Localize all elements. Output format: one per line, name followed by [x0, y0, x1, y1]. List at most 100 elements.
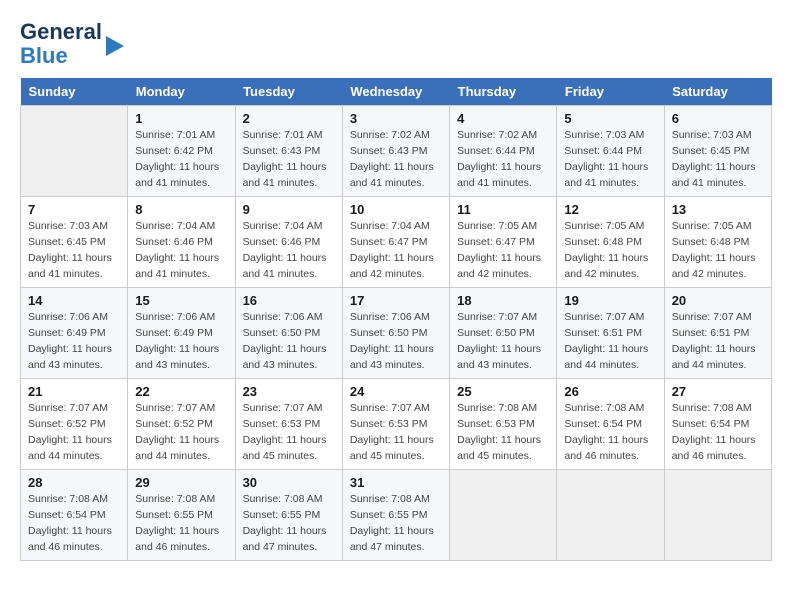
day-info: Sunrise: 7:03 AMSunset: 6:45 PMDaylight:…	[672, 128, 764, 191]
day-number: 16	[243, 293, 335, 308]
calendar-cell: 27 Sunrise: 7:08 AMSunset: 6:54 PMDayligh…	[664, 379, 771, 470]
day-number: 18	[457, 293, 549, 308]
day-info: Sunrise: 7:02 AMSunset: 6:43 PMDaylight:…	[350, 128, 442, 191]
day-number: 7	[28, 202, 120, 217]
calendar-week-row: 21 Sunrise: 7:07 AMSunset: 6:52 PMDayligh…	[21, 379, 772, 470]
logo-arrow-icon	[106, 36, 124, 56]
calendar-cell	[664, 470, 771, 561]
day-info: Sunrise: 7:08 AMSunset: 6:55 PMDaylight:…	[350, 492, 442, 555]
calendar-cell: 25 Sunrise: 7:08 AMSunset: 6:53 PMDayligh…	[450, 379, 557, 470]
calendar-cell: 31 Sunrise: 7:08 AMSunset: 6:55 PMDayligh…	[342, 470, 449, 561]
day-number: 14	[28, 293, 120, 308]
calendar-cell: 7Sunrise: 7:03 AMSunset: 6:45 PMDaylight…	[21, 197, 128, 288]
calendar-cell: 15Sunrise: 7:06 AMSunset: 6:49 PMDayligh…	[128, 288, 235, 379]
header-sunday: Sunday	[21, 78, 128, 106]
day-info: Sunrise: 7:01 AMSunset: 6:43 PMDaylight:…	[243, 128, 335, 191]
day-info: Sunrise: 7:08 AMSunset: 6:53 PMDaylight:…	[457, 401, 549, 464]
day-number: 21	[28, 384, 120, 399]
day-number: 22	[135, 384, 227, 399]
calendar-cell: 29 Sunrise: 7:08 AMSunset: 6:55 PMDayligh…	[128, 470, 235, 561]
day-number: 24	[350, 384, 442, 399]
day-number: 5	[564, 111, 656, 126]
calendar-cell: 20 Sunrise: 7:07 AMSunset: 6:51 PMDayligh…	[664, 288, 771, 379]
calendar-cell	[557, 470, 664, 561]
calendar-header-row: SundayMondayTuesdayWednesdayThursdayFrid…	[21, 78, 772, 106]
day-info: Sunrise: 7:03 AMSunset: 6:44 PMDaylight:…	[564, 128, 656, 191]
calendar-cell: 10 Sunrise: 7:04 AMSunset: 6:47 PMDayligh…	[342, 197, 449, 288]
calendar-cell: 3 Sunrise: 7:02 AMSunset: 6:43 PMDaylight…	[342, 106, 449, 197]
day-number: 11	[457, 202, 549, 217]
day-info: Sunrise: 7:08 AMSunset: 6:55 PMDaylight:…	[135, 492, 227, 555]
day-number: 31	[350, 475, 442, 490]
day-info: Sunrise: 7:06 AMSunset: 6:50 PMDaylight:…	[243, 310, 335, 373]
calendar-cell: 26Sunrise: 7:08 AMSunset: 6:54 PMDayligh…	[557, 379, 664, 470]
calendar-week-row: 1Sunrise: 7:01 AMSunset: 6:42 PMDaylight…	[21, 106, 772, 197]
day-number: 2	[243, 111, 335, 126]
day-info: Sunrise: 7:08 AMSunset: 6:54 PMDaylight:…	[28, 492, 120, 555]
day-info: Sunrise: 7:06 AMSunset: 6:49 PMDaylight:…	[135, 310, 227, 373]
calendar-cell: 11 Sunrise: 7:05 AMSunset: 6:47 PMDayligh…	[450, 197, 557, 288]
calendar-cell: 6 Sunrise: 7:03 AMSunset: 6:45 PMDaylight…	[664, 106, 771, 197]
day-info: Sunrise: 7:07 AMSunset: 6:52 PMDaylight:…	[28, 401, 120, 464]
header-tuesday: Tuesday	[235, 78, 342, 106]
day-info: Sunrise: 7:06 AMSunset: 6:50 PMDaylight:…	[350, 310, 442, 373]
day-number: 23	[243, 384, 335, 399]
day-number: 8	[135, 202, 227, 217]
calendar-cell: 2 Sunrise: 7:01 AMSunset: 6:43 PMDaylight…	[235, 106, 342, 197]
calendar-cell: 19 Sunrise: 7:07 AMSunset: 6:51 PMDayligh…	[557, 288, 664, 379]
day-number: 9	[243, 202, 335, 217]
calendar-table: SundayMondayTuesdayWednesdayThursdayFrid…	[20, 78, 772, 561]
day-info: Sunrise: 7:05 AMSunset: 6:47 PMDaylight:…	[457, 219, 549, 282]
day-info: Sunrise: 7:05 AMSunset: 6:48 PMDaylight:…	[672, 219, 764, 282]
day-number: 20	[672, 293, 764, 308]
day-number: 12	[564, 202, 656, 217]
calendar-cell	[21, 106, 128, 197]
day-info: Sunrise: 7:08 AMSunset: 6:55 PMDaylight:…	[243, 492, 335, 555]
day-number: 30	[243, 475, 335, 490]
logo-text: GeneralBlue	[20, 20, 102, 68]
day-info: Sunrise: 7:07 AMSunset: 6:53 PMDaylight:…	[350, 401, 442, 464]
calendar-cell: 14 Sunrise: 7:06 AMSunset: 6:49 PMDayligh…	[21, 288, 128, 379]
day-info: Sunrise: 7:07 AMSunset: 6:50 PMDaylight:…	[457, 310, 549, 373]
day-number: 3	[350, 111, 442, 126]
day-info: Sunrise: 7:04 AMSunset: 6:46 PMDaylight:…	[243, 219, 335, 282]
calendar-cell: 28 Sunrise: 7:08 AMSunset: 6:54 PMDayligh…	[21, 470, 128, 561]
day-info: Sunrise: 7:07 AMSunset: 6:51 PMDaylight:…	[564, 310, 656, 373]
day-number: 1	[135, 111, 227, 126]
day-info: Sunrise: 7:05 AMSunset: 6:48 PMDaylight:…	[564, 219, 656, 282]
day-number: 19	[564, 293, 656, 308]
calendar-cell: 5 Sunrise: 7:03 AMSunset: 6:44 PMDaylight…	[557, 106, 664, 197]
calendar-cell: 16 Sunrise: 7:06 AMSunset: 6:50 PMDayligh…	[235, 288, 342, 379]
calendar-cell: 21 Sunrise: 7:07 AMSunset: 6:52 PMDayligh…	[21, 379, 128, 470]
day-number: 28	[28, 475, 120, 490]
calendar-cell: 12 Sunrise: 7:05 AMSunset: 6:48 PMDayligh…	[557, 197, 664, 288]
header-thursday: Thursday	[450, 78, 557, 106]
calendar-week-row: 28 Sunrise: 7:08 AMSunset: 6:54 PMDayligh…	[21, 470, 772, 561]
calendar-cell: 30 Sunrise: 7:08 AMSunset: 6:55 PMDayligh…	[235, 470, 342, 561]
calendar-cell: 17Sunrise: 7:06 AMSunset: 6:50 PMDayligh…	[342, 288, 449, 379]
day-info: Sunrise: 7:07 AMSunset: 6:52 PMDaylight:…	[135, 401, 227, 464]
day-info: Sunrise: 7:04 AMSunset: 6:47 PMDaylight:…	[350, 219, 442, 282]
calendar-cell	[450, 470, 557, 561]
day-info: Sunrise: 7:06 AMSunset: 6:49 PMDaylight:…	[28, 310, 120, 373]
day-info: Sunrise: 7:02 AMSunset: 6:44 PMDaylight:…	[457, 128, 549, 191]
page-header: GeneralBlue	[20, 20, 772, 68]
calendar-week-row: 7Sunrise: 7:03 AMSunset: 6:45 PMDaylight…	[21, 197, 772, 288]
day-number: 29	[135, 475, 227, 490]
day-info: Sunrise: 7:07 AMSunset: 6:51 PMDaylight:…	[672, 310, 764, 373]
day-info: Sunrise: 7:08 AMSunset: 6:54 PMDaylight:…	[672, 401, 764, 464]
day-number: 6	[672, 111, 764, 126]
header-monday: Monday	[128, 78, 235, 106]
header-wednesday: Wednesday	[342, 78, 449, 106]
calendar-cell: 18 Sunrise: 7:07 AMSunset: 6:50 PMDayligh…	[450, 288, 557, 379]
day-number: 27	[672, 384, 764, 399]
logo: GeneralBlue	[20, 20, 124, 68]
header-saturday: Saturday	[664, 78, 771, 106]
day-number: 13	[672, 202, 764, 217]
calendar-cell: 4Sunrise: 7:02 AMSunset: 6:44 PMDaylight…	[450, 106, 557, 197]
day-number: 26	[564, 384, 656, 399]
calendar-cell: 23Sunrise: 7:07 AMSunset: 6:53 PMDayligh…	[235, 379, 342, 470]
calendar-cell: 24 Sunrise: 7:07 AMSunset: 6:53 PMDayligh…	[342, 379, 449, 470]
day-number: 10	[350, 202, 442, 217]
day-number: 25	[457, 384, 549, 399]
